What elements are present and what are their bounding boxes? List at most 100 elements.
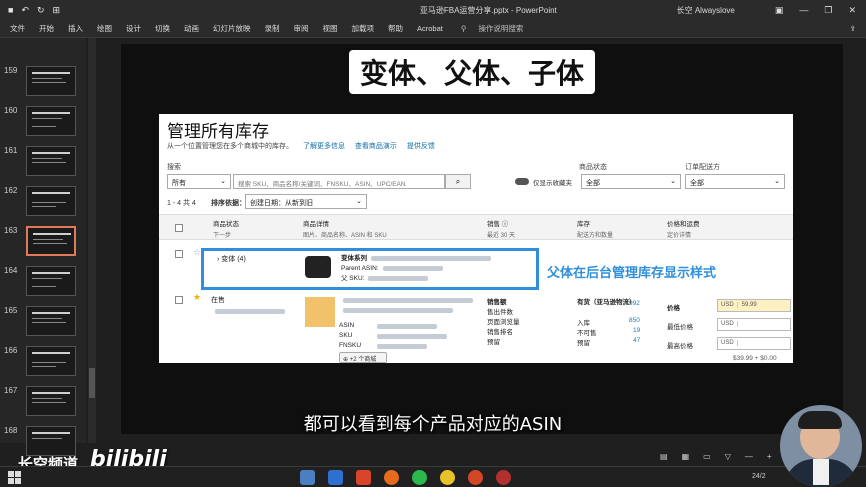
column-header[interactable]: 商品状态 下一步 — [213, 218, 239, 239]
slideshow-icon[interactable]: ▽ — [725, 452, 731, 461]
chrome-icon[interactable] — [440, 470, 455, 485]
zoom-out-icon[interactable]: — — [745, 452, 753, 461]
max-price-input[interactable]: USD — [717, 337, 791, 350]
max-price-label: 最高价格 — [667, 343, 693, 350]
restore-button[interactable]: ❐ — [824, 5, 832, 16]
undo-icon[interactable]: ↶ — [21, 5, 29, 16]
thumbnail-row[interactable]: 159 — [0, 66, 86, 102]
thumbnail-row[interactable]: 166 — [0, 346, 86, 382]
slide-thumbnail[interactable] — [26, 146, 76, 176]
file-explorer-icon[interactable] — [300, 470, 315, 485]
product-image[interactable] — [305, 297, 335, 327]
close-button[interactable]: ✕ — [848, 5, 856, 16]
sort-select[interactable]: 创建日期：从新到旧 ⌄ — [245, 194, 367, 209]
slide-sorter-icon[interactable]: ▦ — [682, 452, 690, 461]
currency-label: USD — [721, 321, 738, 327]
fulfillment-select[interactable]: 全部 ⌄ — [685, 174, 785, 189]
favorites-toggle[interactable] — [515, 178, 529, 185]
minimize-button[interactable]: — — [799, 5, 808, 16]
tab-help[interactable]: 帮助 — [388, 23, 403, 34]
slide-thumbnail[interactable] — [26, 306, 76, 336]
thumbnail-row[interactable]: 164 — [0, 266, 86, 302]
present-icon[interactable]: ⊞ — [53, 5, 61, 16]
tab-animations[interactable]: 动画 — [184, 23, 199, 34]
search-input[interactable]: 搜索 SKU、商品名称/关键词、FNSKU、ASIN、UPC/EAN — [233, 174, 445, 189]
thumbnail-scrollbar[interactable] — [88, 38, 96, 443]
tab-draw[interactable]: 绘图 — [97, 23, 112, 34]
status-select[interactable]: 全部 ⌄ — [581, 174, 681, 189]
inventory-row-value[interactable]: 19 — [633, 327, 640, 334]
price-input[interactable]: USD 59.99 — [717, 299, 791, 312]
search-scope-select[interactable]: 所有 ⌄ — [167, 174, 231, 189]
slide-title-box[interactable]: 变体、父体、子体 — [349, 50, 595, 94]
normal-view-icon[interactable]: ▤ — [660, 452, 668, 461]
column-header[interactable]: 价格和运费 定价详情 — [667, 218, 700, 239]
column-header[interactable]: 库存 配送方和数量 — [577, 218, 613, 239]
product-image[interactable] — [305, 256, 331, 278]
tab-acrobat[interactable]: Acrobat — [417, 24, 443, 33]
firefox-icon[interactable] — [384, 470, 399, 485]
more-marketplaces-button[interactable]: ⊕ +2 个商城 — [339, 352, 387, 363]
thumbnail-row[interactable]: 161 — [0, 146, 86, 182]
tab-addins[interactable]: 加载项 — [352, 23, 375, 34]
redo-icon[interactable]: ↻ — [37, 5, 45, 16]
ribbon-tabs: 文件 开始 插入 绘图 设计 切换 动画 幻灯片放映 录制 审阅 视图 加载项 … — [0, 20, 866, 38]
thumbnail-row[interactable]: 162 — [0, 186, 86, 222]
learn-more-link[interactable]: 了解更多信息 — [303, 143, 345, 150]
tab-file[interactable]: 文件 — [10, 23, 25, 34]
windows-taskbar: 24/2 — [0, 466, 866, 487]
windows-start-icon[interactable] — [8, 471, 21, 484]
tab-slideshow[interactable]: 幻灯片放映 — [213, 23, 251, 34]
select-all-checkbox[interactable] — [175, 224, 183, 232]
inventory-row-value[interactable]: 850 — [629, 317, 640, 324]
slide-thumbnail[interactable] — [26, 66, 76, 96]
thumbnail-row[interactable]: 163 — [0, 226, 86, 262]
autosave-icon[interactable]: ■ — [8, 5, 13, 16]
thumbnail-row[interactable]: 160 — [0, 106, 86, 142]
feedback-link[interactable]: 提供反馈 — [407, 143, 435, 150]
tab-design[interactable]: 设计 — [126, 23, 141, 34]
wechat-icon[interactable] — [412, 470, 427, 485]
zoom-in-icon[interactable]: + — [767, 452, 772, 461]
slide-thumbnail-selected[interactable] — [26, 226, 76, 256]
tab-insert[interactable]: 插入 — [68, 23, 83, 34]
slide-thumbnail[interactable] — [26, 106, 76, 136]
star-filled-icon[interactable]: ★ — [193, 292, 201, 303]
slide-thumbnail[interactable] — [26, 266, 76, 296]
status-bar-view-controls: ▤ ▦ ▭ ▽ — + — [660, 452, 772, 461]
variation-expander[interactable]: › 变体 (4) — [217, 254, 246, 264]
edge-icon[interactable] — [328, 470, 343, 485]
search-icon[interactable]: ⌕ — [445, 174, 471, 189]
user-name[interactable]: 长空 Alwayslove — [677, 5, 735, 16]
scrollbar-thumb[interactable] — [89, 368, 95, 398]
slide-number: 163 — [4, 226, 18, 235]
inventory-row-value[interactable]: 47 — [633, 337, 640, 344]
ribbon-display-icon[interactable]: ▣ — [775, 5, 784, 16]
min-price-input[interactable]: USD — [717, 318, 791, 331]
parent-asin-label: Parent ASIN: — [341, 265, 379, 272]
slide-thumbnail[interactable] — [26, 186, 76, 216]
xmind-icon[interactable] — [356, 470, 371, 485]
row-checkbox[interactable] — [175, 250, 183, 258]
tab-view[interactable]: 视图 — [323, 23, 338, 34]
tab-review[interactable]: 审阅 — [294, 23, 309, 34]
tray-clock[interactable]: 24/2 — [752, 473, 766, 480]
slide-number: 165 — [4, 306, 18, 315]
row-checkbox[interactable] — [175, 296, 183, 304]
star-outline-icon[interactable]: ☆ — [193, 247, 201, 258]
column-header[interactable]: 商品详情 图片、商品名称、ASIN 和 SKU — [303, 218, 387, 239]
reading-view-icon[interactable]: ▭ — [703, 452, 711, 461]
tab-record[interactable]: 录制 — [265, 23, 280, 34]
powerpoint-icon[interactable] — [468, 470, 483, 485]
thumbnail-row[interactable]: 165 — [0, 306, 86, 342]
view-demo-link[interactable]: 查看商品演示 — [355, 143, 397, 150]
tell-me-search[interactable]: ⚲ 操作说明搜索 — [461, 23, 528, 34]
share-icon[interactable]: ⇪ — [850, 24, 856, 33]
tab-home[interactable]: 开始 — [39, 23, 54, 34]
available-count[interactable]: 992 — [629, 300, 640, 307]
sales-row: 预留 — [487, 339, 500, 346]
tab-transitions[interactable]: 切换 — [155, 23, 170, 34]
slide-thumbnail[interactable] — [26, 346, 76, 376]
recorder-icon[interactable] — [496, 470, 511, 485]
column-header[interactable]: 销售 ⓘ 最近 30 天 — [487, 218, 515, 239]
